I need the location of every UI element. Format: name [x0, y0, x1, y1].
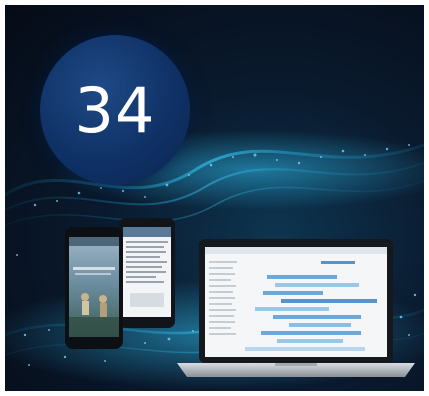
badge-number: 34 [74, 73, 156, 147]
phone-back [119, 218, 175, 328]
phone-front [65, 227, 123, 349]
hero-image: 34 [5, 5, 424, 391]
laptop [177, 239, 415, 377]
number-badge: 34 [40, 35, 190, 185]
